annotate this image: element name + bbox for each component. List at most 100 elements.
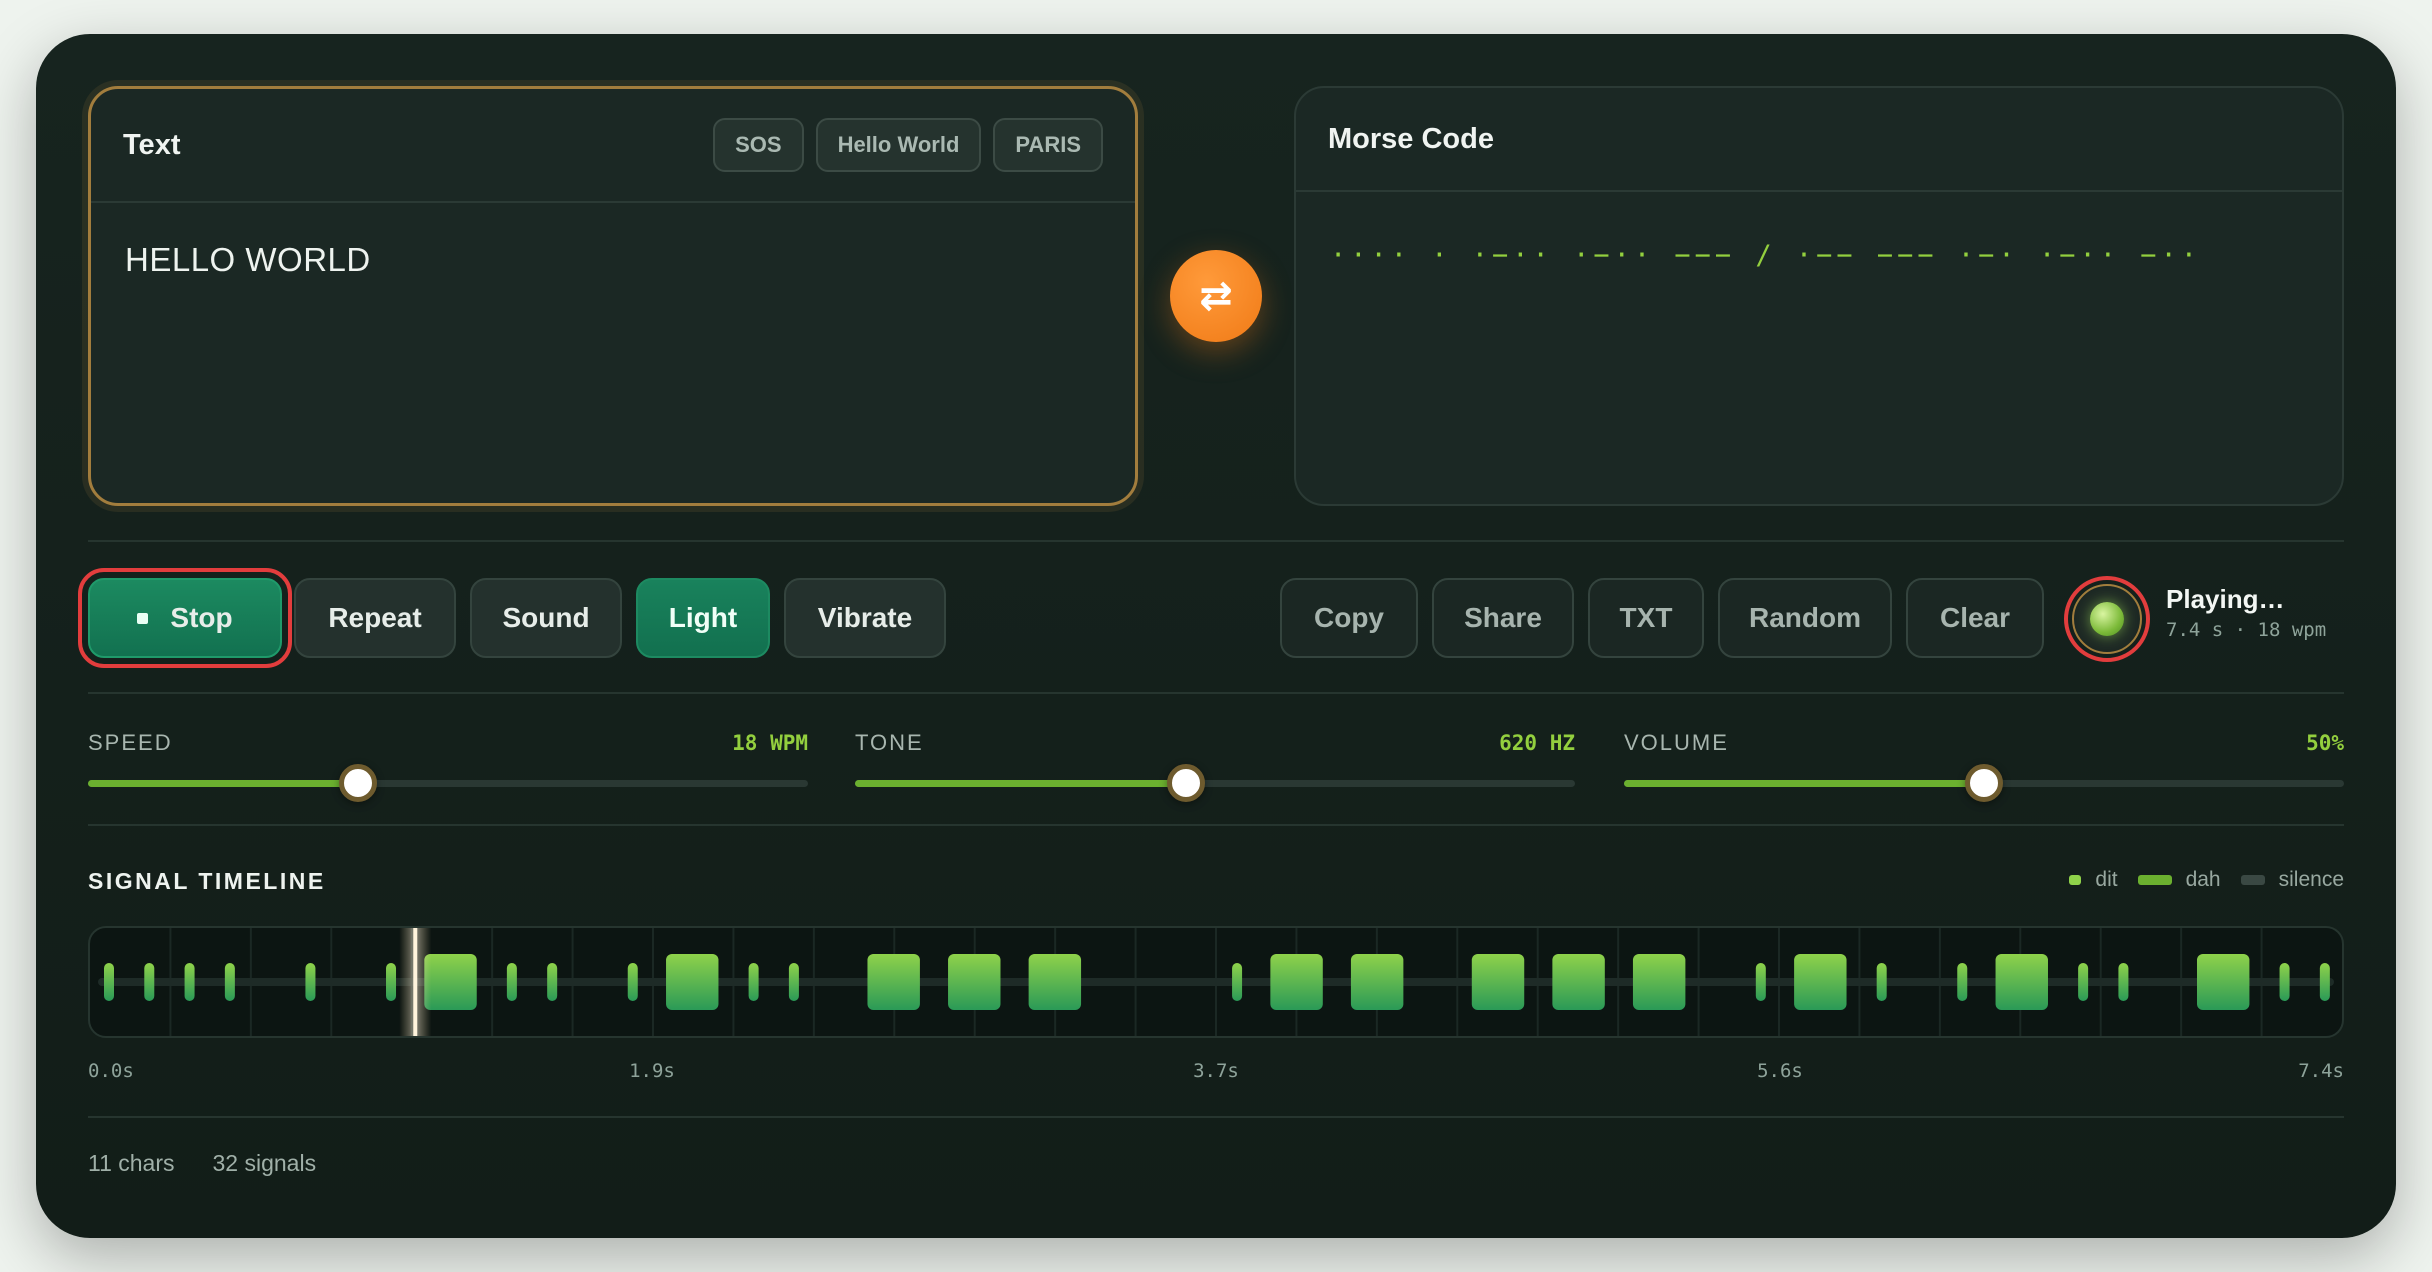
- sound-button[interactable]: Sound: [470, 578, 622, 658]
- signal-timeline[interactable]: [88, 926, 2344, 1038]
- dit-signal: [2078, 963, 2089, 1001]
- timeline-legend: dit dah silence: [2069, 868, 2344, 892]
- volume-label: VOLUME: [1624, 730, 1729, 755]
- timeline-title: SIGNAL TIMELINE: [88, 868, 326, 894]
- morse-panel-header: Morse Code: [1296, 88, 2342, 192]
- dit-signal: [1876, 963, 1887, 1001]
- copy-button[interactable]: Copy: [1280, 578, 1418, 658]
- swap-arrows-icon: ⇄: [1199, 274, 1233, 318]
- speed-thumb[interactable]: [339, 764, 377, 802]
- dah-signal: [1632, 954, 1686, 1010]
- dit-signal: [386, 963, 397, 1001]
- tone-track[interactable]: [855, 764, 1575, 802]
- footer-stats: 11 chars 32 signals: [88, 1150, 316, 1177]
- morse-app: Text SOS Hello World PARIS HELLO WORLD ⇄…: [36, 34, 2396, 1238]
- speed-value: 18 WPM: [732, 731, 808, 755]
- morse-output[interactable]: ···· · ·−·· ·−·· −−− / ·−− −−− ·−· ·−·· …: [1296, 192, 2342, 319]
- light-button[interactable]: Light: [636, 578, 770, 658]
- divider: [88, 692, 2344, 694]
- preset-group: SOS Hello World PARIS: [713, 118, 1103, 172]
- tone-fill: [855, 780, 1187, 787]
- tick-label: 0.0s: [88, 1060, 134, 1082]
- playback-status: Playing… 7.4 s · 18 wpm: [2166, 584, 2326, 641]
- dit-signal: [748, 963, 759, 1001]
- dit-signal: [506, 963, 517, 1001]
- tone-label: TONE: [855, 730, 924, 755]
- dah-signal: [1350, 954, 1404, 1010]
- vibrate-button[interactable]: Vibrate: [784, 578, 946, 658]
- dah-signal: [424, 954, 477, 1010]
- clear-button[interactable]: Clear: [1906, 578, 2044, 658]
- dah-signal: [1552, 954, 1605, 1010]
- text-panel-title: Text: [123, 128, 181, 161]
- random-button[interactable]: Random: [1718, 578, 1892, 658]
- tick-label: 5.6s: [1757, 1060, 1803, 1082]
- tick-label: 3.7s: [1193, 1060, 1239, 1082]
- dit-signal: [627, 963, 638, 1001]
- tone-value: 620 HZ: [1499, 731, 1575, 755]
- dit-signal: [1755, 963, 1766, 1001]
- dit-signal: [2118, 963, 2129, 1001]
- dit-signal: [1232, 963, 1243, 1001]
- playback-status-label: Playing…: [2166, 584, 2285, 614]
- timeline-graphic: [98, 928, 2334, 1036]
- legend-silence: silence: [2240, 868, 2344, 892]
- share-button[interactable]: Share: [1432, 578, 1574, 658]
- stop-icon: [137, 612, 149, 624]
- preset-sos-button[interactable]: SOS: [713, 118, 804, 172]
- txt-button[interactable]: TXT: [1588, 578, 1704, 658]
- divider: [88, 540, 2344, 542]
- dah-signal: [1270, 954, 1323, 1010]
- repeat-button[interactable]: Repeat: [294, 578, 456, 658]
- signal-light-icon: [2090, 602, 2124, 636]
- timeline-ticks: 0.0s 1.9s 3.7s 5.6s 7.4s: [88, 1060, 2344, 1090]
- dit-signal: [144, 963, 155, 1001]
- swap-button[interactable]: ⇄: [1170, 250, 1262, 342]
- preset-hello-world-button[interactable]: Hello World: [815, 118, 982, 172]
- tick-label: 1.9s: [629, 1060, 675, 1082]
- volume-slider[interactable]: VOLUME 50%: [1624, 730, 2344, 802]
- dah-signal: [666, 954, 719, 1010]
- dit-signal: [184, 963, 195, 1001]
- text-panel-header: Text SOS Hello World PARIS: [91, 89, 1135, 203]
- divider: [88, 824, 2344, 826]
- dit-signal: [1957, 963, 1968, 1001]
- speed-fill: [88, 780, 358, 787]
- dit-signal: [547, 963, 558, 1001]
- dit-signal: [788, 963, 799, 1001]
- text-input[interactable]: HELLO WORLD: [91, 203, 1135, 317]
- dah-swatch: [2137, 875, 2172, 885]
- dit-signal: [104, 963, 114, 1001]
- dah-signal: [1471, 954, 1525, 1010]
- tone-thumb[interactable]: [1167, 764, 1206, 802]
- legend-dit: dit: [2069, 868, 2118, 892]
- stop-button[interactable]: Stop: [78, 568, 292, 668]
- playback-indicator: [2064, 576, 2150, 662]
- morse-panel-title: Morse Code: [1328, 122, 1494, 155]
- playback-status-detail: 7.4 s · 18 wpm: [2166, 619, 2327, 641]
- volume-value: 50%: [2306, 731, 2344, 755]
- stop-label: Stop: [170, 602, 233, 633]
- silence-swatch: [2240, 875, 2265, 885]
- legend-silence-label: silence: [2278, 868, 2344, 891]
- legend-dah-label: dah: [2185, 868, 2221, 891]
- preset-paris-button[interactable]: PARIS: [993, 118, 1103, 172]
- dit-signal: [2319, 963, 2330, 1001]
- timeline-playhead: [399, 928, 432, 1036]
- volume-thumb[interactable]: [1965, 764, 2003, 802]
- speed-track[interactable]: [88, 764, 808, 802]
- tone-slider[interactable]: TONE 620 HZ: [855, 730, 1575, 802]
- text-panel: Text SOS Hello World PARIS HELLO WORLD: [88, 86, 1138, 506]
- dah-signal: [2196, 954, 2250, 1010]
- dit-signal: [305, 963, 316, 1001]
- legend-dit-label: dit: [2095, 868, 2118, 891]
- dah-signal: [1995, 954, 2048, 1010]
- speed-slider[interactable]: SPEED 18 WPM: [88, 730, 808, 802]
- playhead-line[interactable]: [413, 928, 418, 1036]
- dit-signal: [2279, 963, 2290, 1001]
- volume-fill: [1624, 780, 1984, 787]
- morse-panel: Morse Code ···· · ·−·· ·−·· −−− / ·−− −−…: [1294, 86, 2344, 506]
- dah-signal: [1028, 954, 1082, 1010]
- volume-track[interactable]: [1624, 764, 2344, 802]
- dit-signal: [224, 963, 235, 1001]
